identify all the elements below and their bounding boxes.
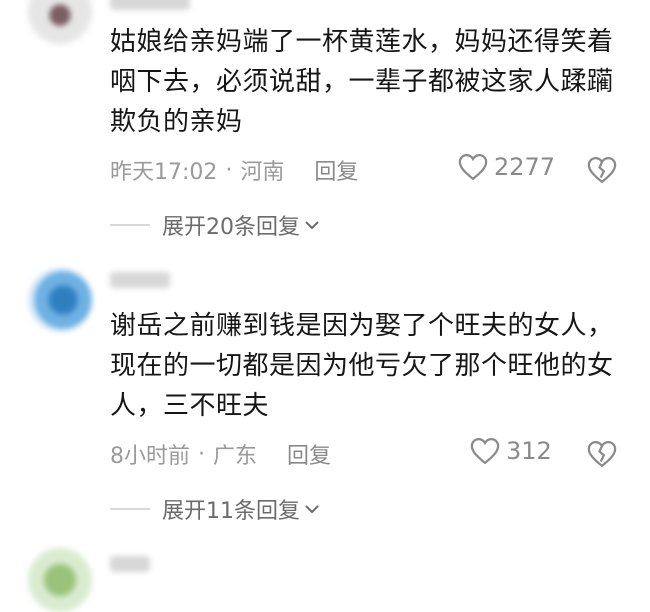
- divider-line: [110, 224, 150, 226]
- comment-text: 姑娘给亲妈端了一杯黄莲水，妈妈还得笑着咽下去，必须说甜，一辈子都被这家人蹂躏欺负…: [110, 27, 614, 137]
- comment-time: 昨天17:02: [110, 160, 218, 185]
- like-button[interactable]: 312: [470, 437, 552, 465]
- expand-replies-label: 展开20条回复: [162, 215, 300, 240]
- heart-outline-icon: [458, 153, 488, 181]
- meta-separator: ·: [198, 441, 205, 467]
- comment-location: 河南: [240, 160, 285, 185]
- avatar[interactable]: [28, 268, 92, 332]
- comment-meta: 8小时前 · 广东 回复: [110, 438, 331, 470]
- reply-button[interactable]: 回复: [314, 154, 358, 186]
- username-top-partial: [110, 0, 190, 10]
- comment-meta: 昨天17:02 · 河南 回复: [110, 154, 358, 186]
- comment-time: 8小时前: [110, 444, 190, 469]
- comment-text: 谢岳之前赚到钱是因为娶了个旺夫的女人，现在的一切都是因为他亏欠了那个旺他的女人，…: [110, 311, 614, 421]
- expand-replies-button[interactable]: 展开20条回复: [110, 209, 320, 241]
- chevron-down-icon: [305, 221, 319, 230]
- like-count: 2277: [494, 153, 556, 181]
- meta-separator: ·: [225, 157, 233, 183]
- expand-replies-label: 展开11条回复: [162, 499, 300, 524]
- like-count: 312: [506, 437, 552, 465]
- avatar-next-partial[interactable]: [28, 548, 92, 612]
- like-button[interactable]: 2277: [458, 153, 555, 181]
- expand-replies-button[interactable]: 展开11条回复: [110, 493, 320, 525]
- username[interactable]: [110, 272, 170, 288]
- chevron-down-icon: [305, 505, 319, 514]
- divider-line: [110, 508, 150, 510]
- broken-heart-icon[interactable]: [587, 155, 617, 185]
- username-next-partial: [110, 556, 150, 572]
- avatar-top-partial[interactable]: [28, 0, 92, 44]
- broken-heart-icon[interactable]: [587, 439, 617, 469]
- heart-outline-icon: [470, 437, 500, 465]
- comment-location: 广东: [213, 444, 258, 469]
- reply-button[interactable]: 回复: [287, 438, 331, 470]
